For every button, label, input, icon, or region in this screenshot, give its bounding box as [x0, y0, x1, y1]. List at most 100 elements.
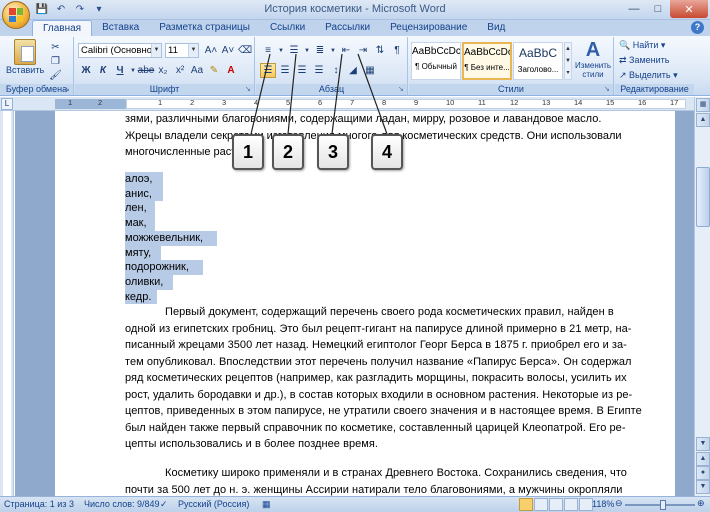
tab-review[interactable]: Рецензирование	[380, 20, 477, 36]
superscript-icon[interactable]: x²	[172, 63, 188, 78]
view-print-layout-icon[interactable]	[519, 498, 533, 511]
font-color-icon[interactable]: A	[223, 63, 239, 78]
tab-home[interactable]: Главная	[32, 20, 93, 36]
status-page[interactable]: Страница: 1 из 3	[4, 499, 74, 509]
zoom-slider-thumb[interactable]	[660, 500, 666, 510]
justify-icon[interactable]: ☰	[311, 63, 327, 78]
tab-selector-icon[interactable]: L	[1, 98, 13, 110]
numbering-arrow-icon[interactable]: ▼	[303, 43, 311, 58]
maximize-button[interactable]: □	[646, 0, 670, 18]
view-outline-icon[interactable]	[564, 498, 578, 511]
bold-icon[interactable]: Ж	[78, 63, 94, 78]
horizontal-ruler[interactable]: L 1 2 1 2 3 4 5 6 7 8 9 10 11 12 13 14 15 16 17	[0, 97, 710, 111]
underline-icon[interactable]: Ч	[112, 63, 128, 78]
copy-icon[interactable]: ❐	[48, 54, 63, 69]
italic-icon[interactable]: К	[95, 63, 111, 78]
style-no-spacing[interactable]: AaBbCcDc ¶ Без инте...	[462, 42, 512, 80]
font-family-select[interactable]: Calibri (Основной те ▼	[78, 43, 162, 58]
zoom-out-icon[interactable]: ⊖	[615, 498, 623, 509]
vertical-scrollbar[interactable]: ▦ ▲ ▼ ▲ ● ▼	[694, 97, 710, 496]
replace-button[interactable]: ⇄ Заменить	[619, 55, 670, 66]
borders-icon[interactable]: ▦	[362, 63, 378, 78]
macro-icon[interactable]: ▦	[262, 499, 271, 510]
subscript-icon[interactable]: x₂	[155, 63, 171, 78]
previous-page-button[interactable]: ▲	[696, 452, 710, 466]
zoom-in-icon[interactable]: ⊕	[697, 498, 705, 509]
select-button[interactable]: ↗ Выделить ▾	[619, 70, 678, 81]
spelling-icon[interactable]: ✓	[160, 499, 168, 510]
view-full-screen-icon[interactable]	[534, 498, 548, 511]
paragraph-launcher-icon[interactable]: ↘	[398, 86, 406, 94]
group-font: Calibri (Основной те ▼ 11 ▼ A˄ A˅ ⌫ Ж К Ч …	[75, 37, 255, 95]
text-line: одной из египетских гробниц. Это был рец…	[125, 322, 632, 335]
scroll-down-button[interactable]: ▼	[696, 437, 710, 451]
close-button[interactable]: ✕	[670, 0, 708, 18]
status-language[interactable]: Русский (Россия)	[178, 499, 249, 509]
next-page-button[interactable]: ▼	[696, 480, 710, 494]
status-words[interactable]: Число слов: 9/849	[84, 499, 160, 509]
replace-label: Заменить	[629, 55, 670, 65]
scroll-up-button[interactable]: ▲	[696, 113, 710, 127]
bullets-arrow-icon[interactable]: ▼	[277, 43, 285, 58]
align-center-icon[interactable]: ☰	[277, 63, 293, 78]
line-spacing-icon[interactable]: ↕	[328, 63, 344, 78]
ribbon: Вставить ✂ ❐ 🖌 Буфер обмена ↘ Calibri (О…	[0, 36, 710, 96]
change-case-icon[interactable]: Aa	[189, 63, 205, 78]
bullets-icon[interactable]: ≡	[260, 43, 276, 58]
style-heading-name: Заголово...	[517, 65, 559, 74]
ruler-number: 16	[638, 98, 647, 107]
group-label-paragraph: Абзац	[256, 84, 407, 95]
shading-icon[interactable]: ◢	[345, 63, 361, 78]
style-heading[interactable]: AaBbC Заголово...	[513, 42, 563, 80]
sort-icon[interactable]: ⇅	[372, 43, 388, 58]
office-button[interactable]	[2, 1, 30, 29]
view-buttons	[519, 498, 593, 511]
find-button[interactable]: 🔍 Найти ▾	[619, 40, 665, 51]
styles-launcher-icon[interactable]: ↘	[604, 86, 612, 94]
highlight-icon[interactable]: ✎	[206, 63, 222, 78]
view-web-icon[interactable]	[549, 498, 563, 511]
vertical-ruler[interactable]	[0, 111, 14, 496]
ruler-left-margin	[55, 99, 126, 109]
increase-indent-icon[interactable]: ⇥	[355, 43, 371, 58]
cut-icon[interactable]: ✂	[48, 40, 63, 55]
format-painter-icon[interactable]: 🖌	[48, 68, 63, 83]
font-size-value: 11	[168, 45, 178, 56]
font-launcher-icon[interactable]: ↘	[245, 86, 253, 94]
clear-format-icon[interactable]: ⌫	[237, 43, 253, 58]
show-marks-icon[interactable]: ¶	[389, 43, 405, 58]
ruler-number: 4	[254, 98, 259, 107]
align-right-icon[interactable]: ☰	[294, 63, 310, 78]
minimize-button[interactable]: —	[622, 0, 646, 18]
view-draft-icon[interactable]	[579, 498, 593, 511]
list-item: лен,	[125, 201, 155, 217]
text-line: писанный жрецами 3500 лет назад. Немецки…	[125, 339, 627, 351]
tab-insert[interactable]: Вставка	[92, 20, 149, 36]
ruler-toggle-icon[interactable]: ▦	[696, 98, 710, 112]
shrink-font-icon[interactable]: A˅	[220, 43, 236, 58]
ruler-number: 8	[382, 98, 387, 107]
grow-font-icon[interactable]: A˄	[203, 43, 219, 58]
styles-scroll[interactable]: ▲ ▼ ▾	[564, 42, 572, 80]
scroll-thumb[interactable]	[696, 167, 710, 227]
tab-page-layout[interactable]: Разметка страницы	[149, 20, 260, 36]
font-size-select[interactable]: 11 ▼	[165, 43, 199, 58]
clipboard-launcher-icon[interactable]: ↘	[64, 86, 72, 94]
help-icon[interactable]: ?	[691, 21, 704, 34]
align-left-icon[interactable]: ☰	[260, 63, 276, 78]
list-item: подорожник,	[125, 260, 203, 275]
dropdown-icon[interactable]: ▼	[129, 63, 137, 78]
tab-mailings[interactable]: Рассылки	[315, 20, 380, 36]
paste-button[interactable]: Вставить	[6, 39, 44, 75]
tab-references[interactable]: Ссылки	[260, 20, 315, 36]
browse-object-button[interactable]: ●	[696, 466, 710, 480]
decrease-indent-icon[interactable]: ⇤	[338, 43, 354, 58]
numbering-icon[interactable]: ☰	[286, 43, 302, 58]
multilevel-arrow-icon[interactable]: ▼	[329, 43, 337, 58]
tab-view[interactable]: Вид	[477, 20, 515, 36]
multilevel-list-icon[interactable]: ≣	[312, 43, 328, 58]
style-normal[interactable]: AaBbCcDc ¶ Обычный	[411, 42, 461, 80]
strikethrough-icon[interactable]: abe	[138, 63, 155, 78]
change-styles-button[interactable]: A Изменить стили	[575, 39, 611, 79]
zoom-level[interactable]: 118%	[592, 499, 614, 509]
